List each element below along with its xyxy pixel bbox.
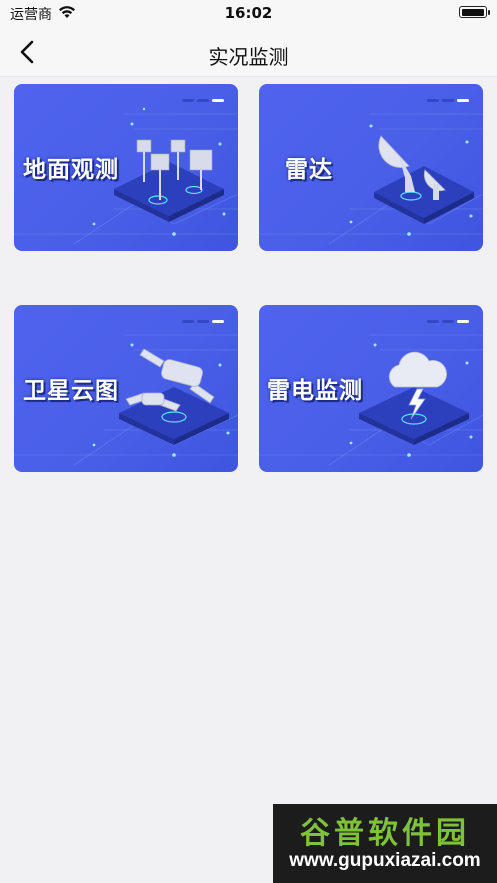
watermark-url: www.gupuxiazai.com bbox=[289, 850, 481, 871]
battery-level bbox=[461, 8, 484, 16]
card-label: 地面观测 bbox=[23, 157, 119, 183]
status-bar: 运营商 16:02 bbox=[0, 0, 497, 26]
card-label: 雷达 bbox=[285, 157, 333, 183]
page-title: 实况监测 bbox=[208, 45, 289, 69]
carousel-indicator bbox=[182, 99, 224, 102]
watermark-title: 谷普软件园 bbox=[300, 816, 470, 851]
card-label: 雷电监测 bbox=[267, 378, 363, 404]
carousel-indicator bbox=[427, 320, 469, 323]
status-time: 16:02 bbox=[224, 4, 273, 22]
carousel-indicator bbox=[427, 99, 469, 102]
carousel-indicator bbox=[182, 320, 224, 323]
watermark: 谷普软件园 www.gupuxiazai.com bbox=[273, 804, 497, 883]
card-ground-observation[interactable]: 地面观测 bbox=[14, 84, 238, 251]
battery-icon bbox=[459, 6, 490, 18]
card-lightning-monitoring[interactable]: 雷电监测 bbox=[259, 305, 483, 472]
card-satellite-imagery[interactable]: 卫星云图 bbox=[14, 305, 238, 472]
card-radar[interactable]: 雷达 bbox=[259, 84, 483, 251]
card-label: 卫星云图 bbox=[23, 378, 119, 404]
navigation-bar: 实况监测 bbox=[0, 26, 497, 77]
